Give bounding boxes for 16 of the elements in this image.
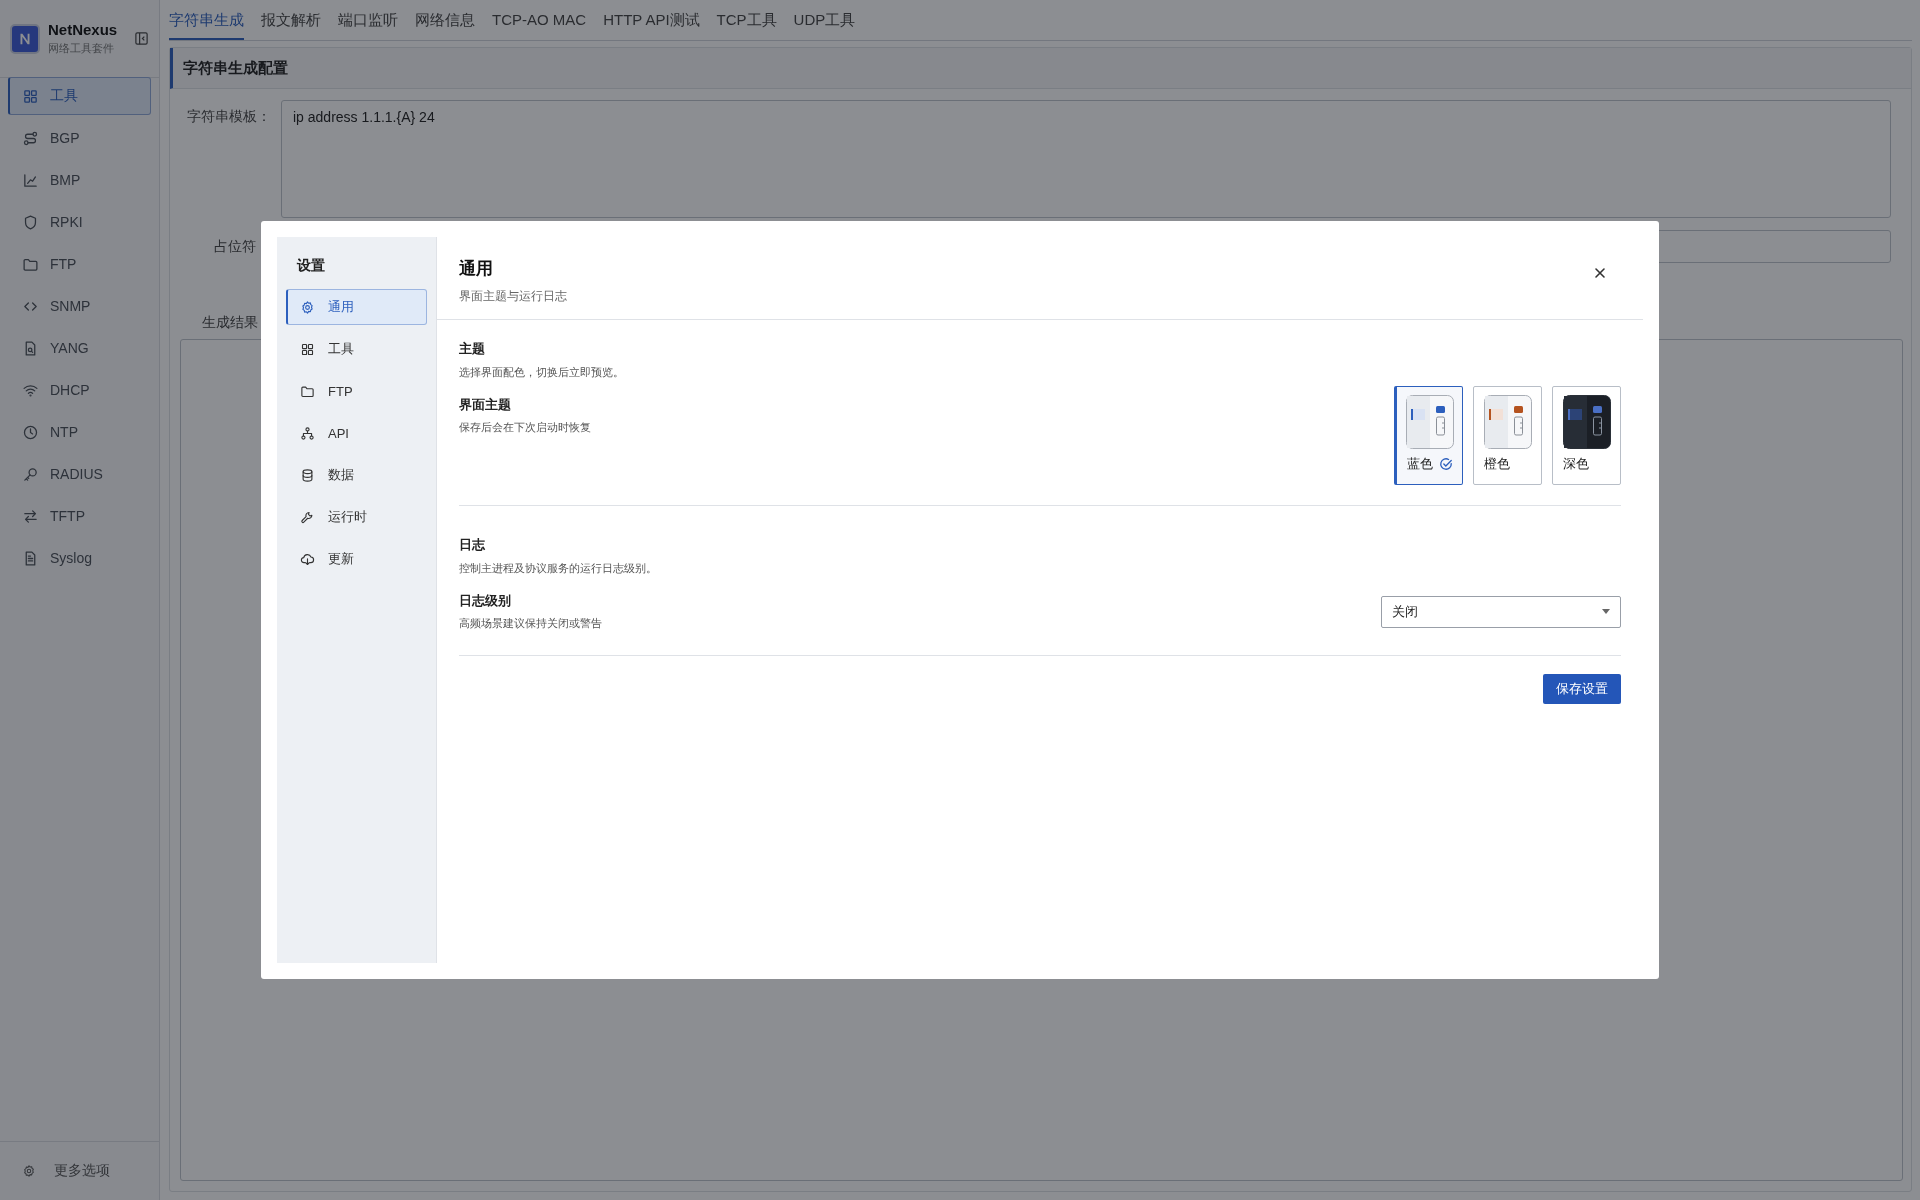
- setting-description: 高频场景建议保持关闭或警告: [459, 616, 602, 631]
- panel-title: 字符串生成配置: [183, 58, 288, 78]
- setting-label: 界面主题: [459, 396, 512, 414]
- group-title: 主题: [459, 340, 486, 358]
- group-description: 选择界面配色，切换后立即预览。: [459, 365, 625, 380]
- group-title: 日志: [459, 536, 486, 554]
- settings-title: 设置: [295, 257, 326, 275]
- app-name: NetNexus: [48, 21, 119, 38]
- group-description: 控制主进程及协议服务的运行日志级别。: [459, 561, 658, 576]
- field-label: 字符串模板：: [186, 107, 271, 126]
- field-label: 占位符: [213, 237, 257, 256]
- setting-description: 保存后会在下次启动时恢复: [459, 420, 591, 435]
- section-subtitle: 界面主题与运行日志: [459, 288, 567, 305]
- section-title: 通用: [459, 258, 494, 280]
- setting-label: 日志级别: [459, 592, 512, 610]
- field-label: 生成结果: [202, 314, 258, 330]
